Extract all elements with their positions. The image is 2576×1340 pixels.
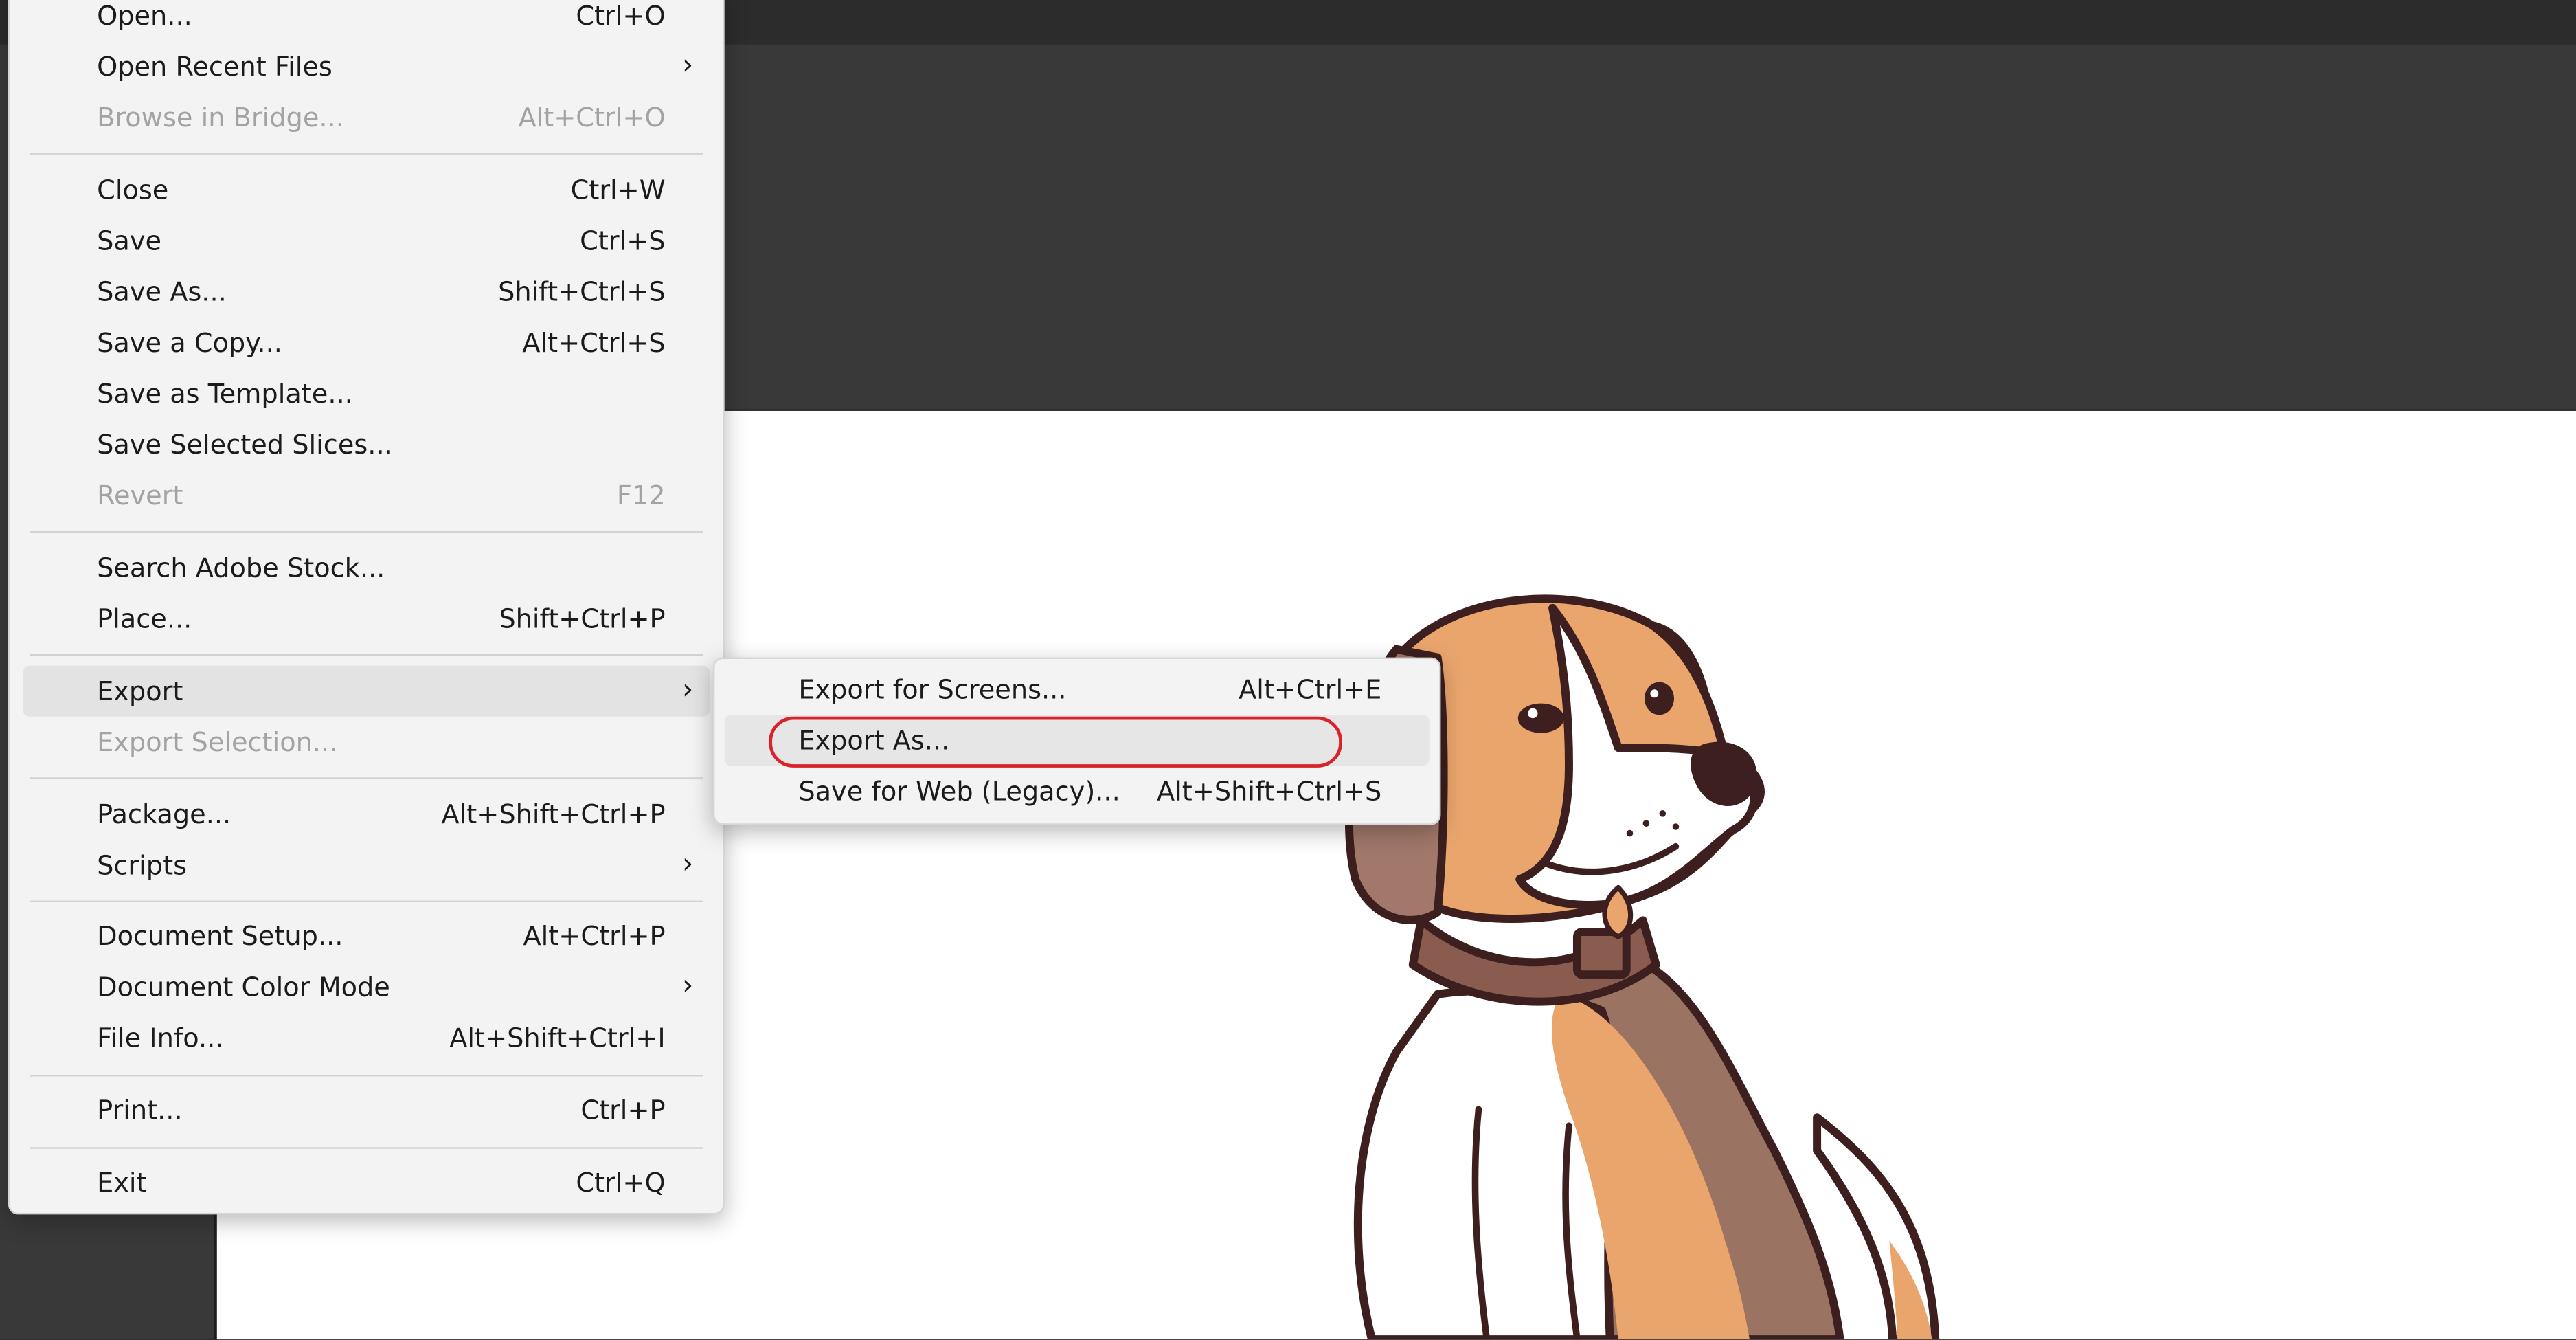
menu-item-save-for-web-legacy[interactable]: Save for Web (Legacy)... Alt+Shift+Ctrl+… xyxy=(714,766,1439,816)
menu-item-exit[interactable]: Exit Ctrl+Q xyxy=(10,1157,723,1208)
menu-item-shortcut: Ctrl+S xyxy=(580,225,666,257)
menu-item-shortcut: Alt+Ctrl+S xyxy=(522,326,666,359)
menu-item-shortcut: Alt+Ctrl+P xyxy=(523,920,666,952)
menu-item-export-selection: Export Selection... xyxy=(10,717,723,768)
menu-item-label: Save xyxy=(97,225,162,257)
menu-item-revert: Revert F12 xyxy=(10,470,723,521)
chevron-right-icon: › xyxy=(681,673,694,707)
menu-item-export[interactable]: Export › xyxy=(23,665,710,717)
menu-item-save-as[interactable]: Save As... Shift+Ctrl+S xyxy=(10,266,723,317)
menu-item-label: Place... xyxy=(97,603,192,635)
menu-item-scripts[interactable]: Scripts › xyxy=(10,840,723,891)
menu-item-save-as-template[interactable]: Save as Template... xyxy=(10,368,723,419)
menu-item-close[interactable]: Close Ctrl+W xyxy=(10,164,723,215)
menu-item-label: Save As... xyxy=(97,276,227,308)
menu-item-label: Browse in Bridge... xyxy=(97,102,344,133)
menu-item-print[interactable]: Print... Ctrl+P xyxy=(10,1084,723,1135)
menu-item-shortcut: Shift+Ctrl+P xyxy=(499,603,666,635)
menu-item-file-info[interactable]: File Info... Alt+Shift+Ctrl+I xyxy=(10,1012,723,1063)
menu-item-label: Save as Template... xyxy=(97,378,353,410)
menu-item-label: Print... xyxy=(97,1094,183,1126)
menu-item-label: File Info... xyxy=(97,1022,224,1054)
menu-item-shortcut: Alt+Shift+Ctrl+P xyxy=(441,799,666,830)
menu-separator xyxy=(30,153,703,155)
menu-item-shortcut: Shift+Ctrl+S xyxy=(498,276,666,308)
menu-item-label: Package... xyxy=(97,799,231,830)
menu-separator xyxy=(30,1075,703,1077)
menu-separator xyxy=(30,654,703,656)
file-menu: Open... Ctrl+O Open Recent Files › Brows… xyxy=(8,0,725,1215)
menu-item-label: Save for Web (Legacy)... xyxy=(798,775,1120,807)
export-submenu: Export for Screens... Alt+Ctrl+E Export … xyxy=(712,657,1441,825)
illustrator-window: Open... Ctrl+O Open Recent Files › Brows… xyxy=(0,0,2576,1340)
chevron-right-icon: › xyxy=(681,970,694,1003)
menu-item-document-color-mode[interactable]: Document Color Mode › xyxy=(10,961,723,1012)
menu-item-shortcut: Ctrl+O xyxy=(576,0,666,32)
menu-item-label: Close xyxy=(97,174,169,205)
menu-separator xyxy=(30,900,703,902)
menu-item-open-recent-files[interactable]: Open Recent Files › xyxy=(10,41,723,92)
menu-item-label: Document Setup... xyxy=(97,920,343,952)
menu-item-label: Revert xyxy=(97,480,183,511)
menu-item-save-selected-slices[interactable]: Save Selected Slices... xyxy=(10,419,723,470)
chevron-right-icon: › xyxy=(681,848,694,881)
menu-item-shortcut: Alt+Ctrl+O xyxy=(518,102,666,133)
menu-item-search-adobe-stock[interactable]: Search Adobe Stock... xyxy=(10,542,723,593)
menu-item-label: Export for Screens... xyxy=(798,673,1067,705)
menu-item-label: Search Adobe Stock... xyxy=(97,552,385,584)
chevron-right-icon: › xyxy=(681,49,694,82)
menu-item-label: Open Recent Files xyxy=(97,51,332,82)
menu-item-shortcut: Alt+Shift+Ctrl+I xyxy=(449,1022,666,1054)
menu-item-save-a-copy[interactable]: Save a Copy... Alt+Ctrl+S xyxy=(10,317,723,368)
menu-item-label: Exit xyxy=(97,1167,147,1198)
annotation-highlight-ring xyxy=(769,716,1342,768)
menu-item-export-for-screens[interactable]: Export for Screens... Alt+Ctrl+E xyxy=(714,664,1439,715)
menu-item-package[interactable]: Package... Alt+Shift+Ctrl+P xyxy=(10,789,723,840)
menu-item-shortcut: Alt+Shift+Ctrl+S xyxy=(1156,775,1382,807)
menu-separator xyxy=(30,531,703,533)
menu-item-shortcut: Ctrl+P xyxy=(580,1094,666,1126)
menu-item-open[interactable]: Open... Ctrl+O xyxy=(10,0,723,41)
menu-item-browse-in-bridge: Browse in Bridge... Alt+Ctrl+O xyxy=(10,92,723,143)
menu-item-label: Export Selection... xyxy=(97,726,338,758)
menu-item-label: Open... xyxy=(97,0,192,32)
menu-separator xyxy=(30,1147,703,1149)
menu-item-shortcut: Alt+Ctrl+E xyxy=(1239,673,1382,705)
menu-item-label: Document Color Mode xyxy=(97,971,390,1003)
menu-item-label: Export xyxy=(97,675,183,707)
menu-item-shortcut: F12 xyxy=(616,480,666,511)
menu-item-document-setup[interactable]: Document Setup... Alt+Ctrl+P xyxy=(10,911,723,961)
menu-item-shortcut: Ctrl+W xyxy=(570,174,666,205)
menu-item-label: Save Selected Slices... xyxy=(97,429,393,460)
menu-item-place[interactable]: Place... Shift+Ctrl+P xyxy=(10,593,723,644)
menu-item-save[interactable]: Save Ctrl+S xyxy=(10,215,723,266)
menu-item-label: Scripts xyxy=(97,849,188,881)
menu-item-shortcut: Ctrl+Q xyxy=(576,1167,666,1198)
menu-item-label: Save a Copy... xyxy=(97,326,282,359)
menu-separator xyxy=(30,777,703,779)
